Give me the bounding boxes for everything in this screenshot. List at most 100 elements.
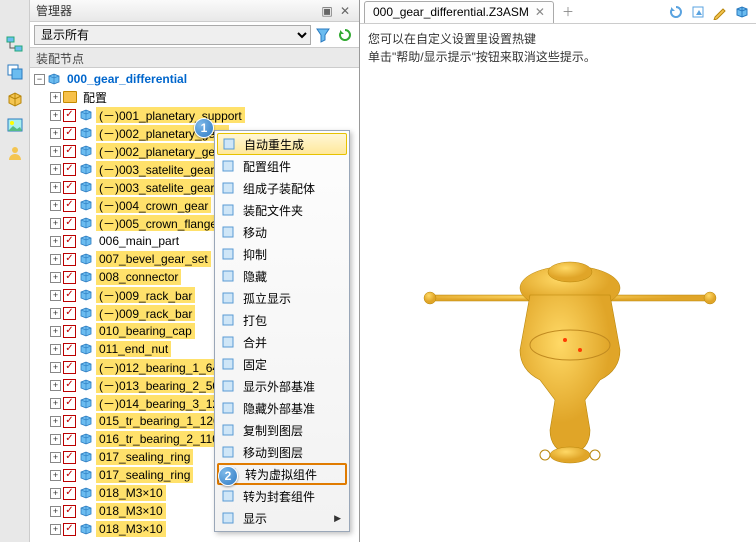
document-tab[interactable]: 000_gear_differential.Z3ASM ✕ bbox=[364, 1, 554, 23]
item-label: 018_M3×10 bbox=[96, 521, 166, 537]
checkbox[interactable] bbox=[63, 523, 76, 536]
checkbox[interactable] bbox=[63, 271, 76, 284]
item-label: (－)002_planetary_gear bbox=[96, 143, 229, 159]
menu-item[interactable]: 转为封套组件 bbox=[217, 485, 347, 507]
expand-icon[interactable]: − bbox=[34, 74, 45, 85]
expand-icon[interactable]: + bbox=[50, 506, 61, 517]
expand-icon[interactable]: + bbox=[50, 416, 61, 427]
expand-icon[interactable]: + bbox=[50, 128, 61, 139]
checkbox[interactable] bbox=[63, 361, 76, 374]
menu-item-icon bbox=[219, 289, 237, 307]
funnel-icon[interactable] bbox=[313, 25, 333, 45]
checkbox[interactable] bbox=[63, 181, 76, 194]
view-settings-icon[interactable] bbox=[688, 2, 708, 22]
tool-layers-icon[interactable] bbox=[3, 60, 27, 84]
checkbox[interactable] bbox=[63, 433, 76, 446]
checkbox[interactable] bbox=[63, 469, 76, 482]
menu-item[interactable]: 打包 bbox=[217, 309, 347, 331]
expand-icon[interactable]: + bbox=[50, 182, 61, 193]
part-icon bbox=[79, 180, 93, 194]
checkbox[interactable] bbox=[63, 379, 76, 392]
expand-icon[interactable]: + bbox=[50, 344, 61, 355]
menu-item[interactable]: 复制到图层 bbox=[217, 419, 347, 441]
expand-icon[interactable]: + bbox=[50, 164, 61, 175]
expand-icon[interactable]: + bbox=[50, 470, 61, 481]
checkbox[interactable] bbox=[63, 163, 76, 176]
checkbox[interactable] bbox=[63, 325, 76, 338]
panel-menu-icon[interactable]: ▣ bbox=[319, 3, 335, 19]
part-icon bbox=[79, 234, 93, 248]
menu-item-icon bbox=[219, 179, 237, 197]
expand-icon[interactable]: + bbox=[50, 524, 61, 535]
checkbox[interactable] bbox=[63, 199, 76, 212]
root-label: 000_gear_differential bbox=[64, 71, 190, 87]
menu-item[interactable]: 合并 bbox=[217, 331, 347, 353]
view-edit-icon[interactable] bbox=[710, 2, 730, 22]
menu-item-label: 移动 bbox=[243, 224, 267, 241]
menu-item[interactable]: 移动到图层 bbox=[217, 441, 347, 463]
menu-item-label: 孤立显示 bbox=[243, 290, 291, 307]
filter-select[interactable]: 显示所有 bbox=[34, 25, 311, 45]
tool-tree-icon[interactable] bbox=[3, 33, 27, 57]
expand-icon[interactable]: + bbox=[50, 398, 61, 409]
tool-box-icon[interactable] bbox=[3, 87, 27, 111]
tree-item[interactable]: +(－)001_planetary_support bbox=[30, 106, 359, 124]
menu-item[interactable]: 自动重生成 bbox=[217, 133, 347, 155]
menu-item[interactable]: 隐藏外部基准 bbox=[217, 397, 347, 419]
panel-close-icon[interactable]: ✕ bbox=[337, 3, 353, 19]
model-view[interactable] bbox=[420, 200, 720, 480]
menu-item-label: 复制到图层 bbox=[243, 422, 303, 439]
menu-item[interactable]: 抑制 bbox=[217, 243, 347, 265]
expand-icon[interactable]: + bbox=[50, 218, 61, 229]
checkbox[interactable] bbox=[63, 397, 76, 410]
checkbox[interactable] bbox=[63, 235, 76, 248]
tree-config[interactable]: +配置 bbox=[30, 88, 359, 106]
expand-icon[interactable]: + bbox=[50, 200, 61, 211]
expand-icon[interactable]: + bbox=[50, 434, 61, 445]
checkbox[interactable] bbox=[63, 127, 76, 140]
view-rotate-icon[interactable] bbox=[666, 2, 686, 22]
menu-item[interactable]: 显示▶ bbox=[217, 507, 347, 529]
expand-icon[interactable]: + bbox=[50, 452, 61, 463]
expand-icon[interactable]: + bbox=[50, 110, 61, 121]
checkbox[interactable] bbox=[63, 217, 76, 230]
checkbox[interactable] bbox=[63, 505, 76, 518]
expand-icon[interactable]: + bbox=[50, 236, 61, 247]
tree-root[interactable]: − 000_gear_differential bbox=[30, 70, 359, 88]
expand-icon[interactable]: + bbox=[50, 254, 61, 265]
menu-item[interactable]: 组成子装配体 bbox=[217, 177, 347, 199]
tab-close-icon[interactable]: ✕ bbox=[535, 5, 545, 19]
expand-icon[interactable]: + bbox=[50, 380, 61, 391]
checkbox[interactable] bbox=[63, 415, 76, 428]
expand-icon[interactable]: + bbox=[50, 326, 61, 337]
menu-item[interactable]: 装配文件夹 bbox=[217, 199, 347, 221]
menu-item[interactable]: 孤立显示 bbox=[217, 287, 347, 309]
menu-item[interactable]: 固定 bbox=[217, 353, 347, 375]
checkbox[interactable] bbox=[63, 451, 76, 464]
menu-item-label: 配置组件 bbox=[243, 158, 291, 175]
menu-item[interactable]: 隐藏 bbox=[217, 265, 347, 287]
expand-icon[interactable]: + bbox=[50, 272, 61, 283]
checkbox[interactable] bbox=[63, 253, 76, 266]
menu-item[interactable]: 显示外部基准 bbox=[217, 375, 347, 397]
checkbox[interactable] bbox=[63, 343, 76, 356]
expand-icon[interactable]: + bbox=[50, 290, 61, 301]
checkbox[interactable] bbox=[63, 307, 76, 320]
tool-user-icon[interactable] bbox=[3, 141, 27, 165]
refresh-icon[interactable] bbox=[335, 25, 355, 45]
expand-icon[interactable]: + bbox=[50, 92, 61, 103]
view-cube-icon[interactable] bbox=[732, 2, 752, 22]
expand-icon[interactable]: + bbox=[50, 146, 61, 157]
checkbox[interactable] bbox=[63, 145, 76, 158]
menu-item[interactable]: 移动 bbox=[217, 221, 347, 243]
checkbox[interactable] bbox=[63, 487, 76, 500]
tool-image-icon[interactable] bbox=[3, 114, 27, 138]
expand-icon[interactable]: + bbox=[50, 362, 61, 373]
menu-item[interactable]: 配置组件 bbox=[217, 155, 347, 177]
checkbox[interactable] bbox=[63, 289, 76, 302]
tab-add-icon[interactable]: ＋ bbox=[556, 3, 580, 20]
expand-icon[interactable]: + bbox=[50, 308, 61, 319]
part-icon bbox=[79, 468, 93, 482]
expand-icon[interactable]: + bbox=[50, 488, 61, 499]
checkbox[interactable] bbox=[63, 109, 76, 122]
